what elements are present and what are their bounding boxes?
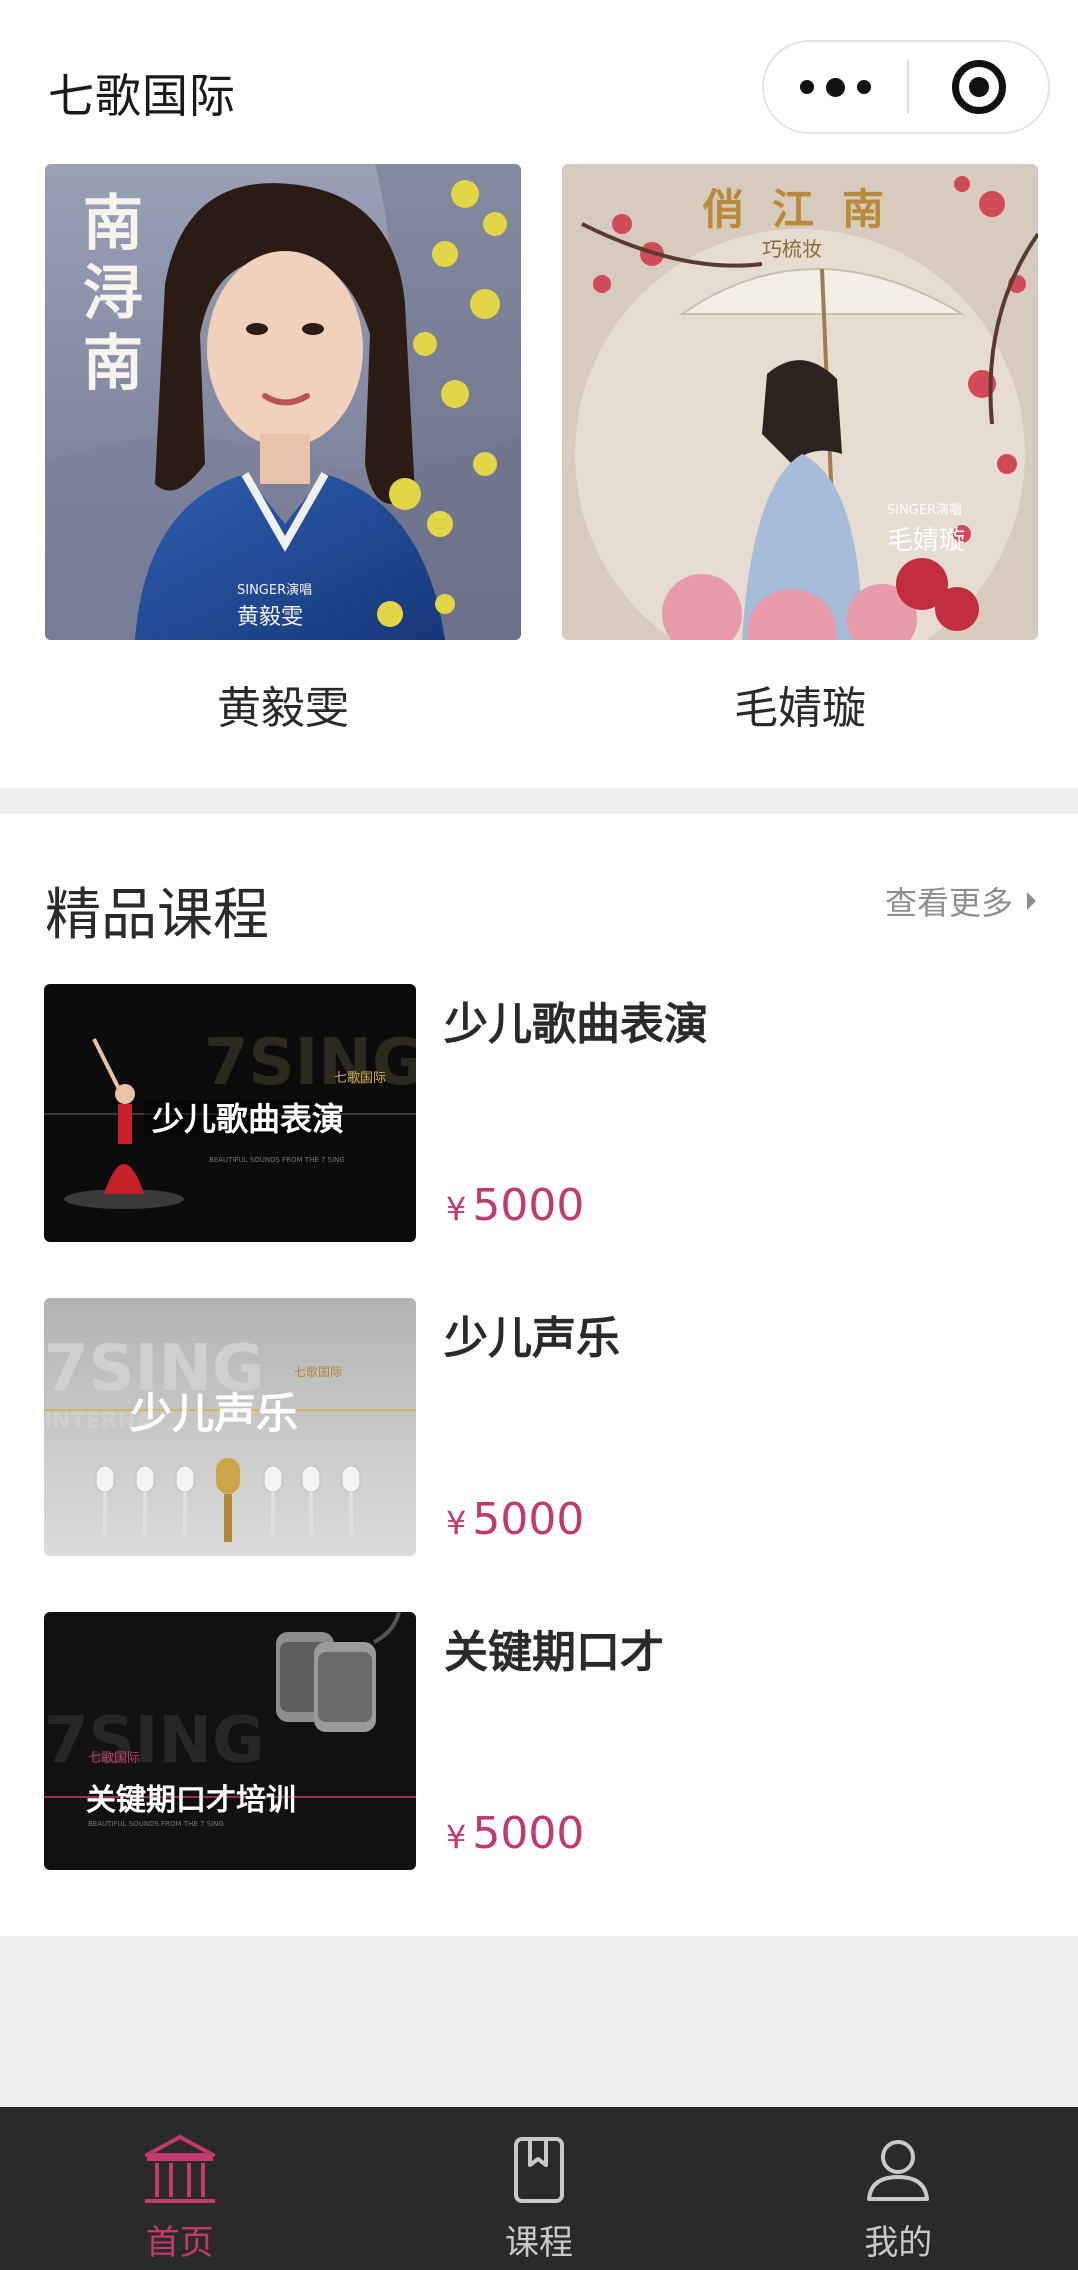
tab-courses[interactable]: 课程: [359, 2107, 718, 2270]
svg-text:SINGER演唱: SINGER演唱: [887, 502, 962, 518]
chevron-right-icon: [1027, 892, 1036, 910]
course-name: 少儿歌曲表演: [444, 999, 708, 1050]
course-item[interactable]: 7SING 少儿歌曲表演 七歌国际 BEAUTIFUL SOUNDS FROM …: [44, 984, 1034, 1242]
svg-text:南: 南: [83, 329, 143, 399]
course-name: 关键期口才: [444, 1627, 664, 1678]
tab-label: 我的: [864, 2223, 933, 2263]
price-amount: 5000: [472, 1808, 585, 1859]
course-item[interactable]: 7SING INTERNA 少儿声乐 七歌国际 少儿声乐 ¥ 5000: [44, 1298, 1034, 1556]
currency-symbol: ¥: [446, 1190, 467, 1228]
currency-symbol: ¥: [446, 1504, 467, 1542]
svg-text:南: 南: [83, 189, 143, 259]
svg-text:BEAUTIFUL SOUNDS FROM THE 7 SI: BEAUTIFUL SOUNDS FROM THE 7 SING: [88, 1820, 224, 1828]
courses-section: 精品课程 查看更多 7SING 少儿歌曲表演 七歌国际 BEAUTIFUL SO…: [0, 814, 1078, 1936]
course-thumbnail[interactable]: 7SING 少儿歌曲表演 七歌国际 BEAUTIFUL SOUNDS FROM …: [44, 984, 416, 1242]
user-icon: [867, 2140, 930, 2201]
svg-text:SINGER演唱: SINGER演唱: [237, 582, 312, 598]
tab-label: 课程: [504, 2223, 573, 2263]
svg-text:俏: 俏: [702, 185, 744, 234]
svg-text:7SING: 7SING: [204, 1026, 416, 1100]
singer-card[interactable]: 南浔南 SINGER演唱 黄毅雯 黄毅雯: [45, 164, 521, 736]
course-thumbnail[interactable]: 7SING 七歌国际 关键期口才培训 BEAUTIFUL SOUNDS FROM…: [44, 1612, 416, 1870]
course-price: ¥ 5000: [446, 1180, 584, 1231]
course-item[interactable]: 7SING 七歌国际 关键期口才培训 BEAUTIFUL SOUNDS FROM…: [44, 1612, 1034, 1870]
svg-text:少儿声乐: 少儿声乐: [130, 1389, 298, 1438]
course-name: 少儿声乐: [444, 1313, 620, 1364]
svg-text:BEAUTIFUL SOUNDS FROM THE 7 SI: BEAUTIFUL SOUNDS FROM THE 7 SING: [209, 1156, 345, 1164]
singer-cover-image[interactable]: 俏江南 巧梳妆 SINGER演唱 毛婧璇: [562, 164, 1038, 640]
svg-text:浔: 浔: [83, 259, 143, 329]
singer-name: 毛婧璇: [734, 683, 866, 734]
svg-text:黄毅雯: 黄毅雯: [237, 605, 303, 630]
svg-text:7SING: 7SING: [44, 1704, 265, 1778]
app-title: 七歌国际: [48, 69, 236, 123]
currency-symbol: ¥: [446, 1818, 467, 1856]
svg-text:七歌国际: 七歌国际: [334, 1071, 386, 1086]
tab-label: 首页: [145, 2223, 214, 2263]
svg-text:少儿歌曲表演: 少儿歌曲表演: [152, 1100, 344, 1138]
more-dots-icon[interactable]: [764, 42, 907, 132]
svg-text:关键期口才培训: 关键期口才培训: [86, 1783, 296, 1818]
see-more-link[interactable]: 查看更多: [885, 878, 1036, 924]
singer-cover-image[interactable]: 南浔南 SINGER演唱 黄毅雯: [45, 164, 521, 640]
price-amount: 5000: [472, 1494, 585, 1545]
svg-text:毛婧璇: 毛婧璇: [887, 526, 965, 556]
bottom-tab-bar: 首页 课程 我的: [0, 2107, 1078, 2270]
mini-program-capsule: [762, 40, 1050, 134]
svg-text:七歌国际: 七歌国际: [88, 1751, 140, 1766]
course-price: ¥ 5000: [446, 1494, 584, 1545]
singer-card[interactable]: 俏江南 巧梳妆 SINGER演唱 毛婧璇 毛婧璇: [562, 164, 1038, 736]
top-section: 七歌国际 南 浔 南 SINGER演唱 黄毅雯 黄毅雯 俏 江 南 巧梳妆 SI…: [0, 0, 1078, 788]
home-building-icon: [144, 2135, 215, 2203]
singer-name: 黄毅雯: [217, 683, 349, 734]
svg-text:南: 南: [842, 185, 884, 234]
section-title: 精品课程: [45, 883, 269, 948]
book-icon: [513, 2137, 564, 2203]
price-amount: 5000: [472, 1180, 585, 1231]
tab-home[interactable]: 首页: [0, 2107, 359, 2270]
svg-text:江: 江: [772, 185, 814, 234]
course-thumbnail[interactable]: 7SING INTERNA 少儿声乐 七歌国际: [44, 1298, 416, 1556]
target-icon[interactable]: [909, 42, 1048, 132]
see-more-label: 查看更多: [884, 884, 1013, 922]
tab-profile[interactable]: 我的: [719, 2107, 1078, 2270]
course-price: ¥ 5000: [446, 1808, 584, 1859]
svg-text:七歌国际: 七歌国际: [294, 1364, 342, 1379]
svg-text:巧梳妆: 巧梳妆: [762, 237, 822, 261]
